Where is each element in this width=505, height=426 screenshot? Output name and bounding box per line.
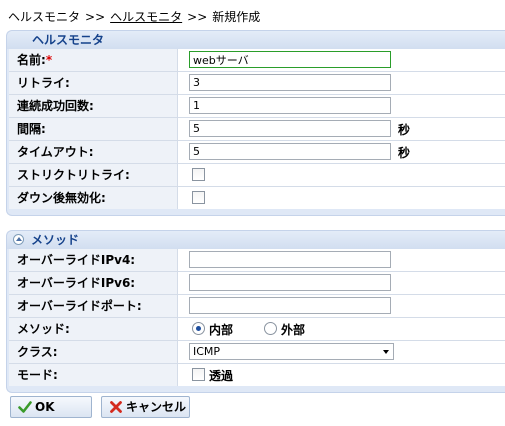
class-label: クラス:	[9, 341, 178, 363]
override-ipv6-row: オーバーライドIPv6:	[9, 272, 505, 295]
method-row: メソッド: 内部 外部	[9, 318, 505, 341]
override-ipv6-label: オーバーライドIPv6:	[9, 272, 178, 294]
interval-input[interactable]	[189, 120, 391, 137]
chevron-down-icon[interactable]	[383, 350, 389, 354]
disable-after-down-checkbox[interactable]	[192, 191, 205, 204]
breadcrumb-root: ヘルスモニタ	[8, 10, 81, 24]
method-label: メソッド:	[9, 318, 178, 340]
class-select-value: ICMP	[193, 345, 221, 358]
override-ipv4-label: オーバーライドIPv4:	[9, 249, 178, 271]
health-monitor-panel-title: ヘルスモニタ	[7, 31, 505, 49]
strict-retry-checkbox[interactable]	[192, 168, 205, 181]
retry-input[interactable]	[189, 74, 391, 91]
override-port-input[interactable]	[189, 297, 391, 314]
strict-retry-label: ストリクトリトライ:	[9, 164, 178, 186]
required-mark: *	[45, 53, 53, 67]
consecutive-success-label: 連続成功回数:	[9, 95, 178, 117]
timeout-label: タイムアウト:	[9, 141, 178, 163]
timeout-input[interactable]	[189, 143, 391, 160]
method-internal-radio[interactable]	[192, 322, 205, 335]
method-external-label[interactable]: 外部	[281, 321, 305, 338]
checkmark-icon	[18, 401, 32, 413]
disable-after-down-row: ダウン後無効化:	[9, 187, 505, 209]
interval-label: 間隔:	[9, 118, 178, 140]
close-icon	[110, 401, 122, 413]
breadcrumb: ヘルスモニタ >> ヘルスモニタ >> 新規作成	[8, 8, 260, 25]
override-ipv6-input[interactable]	[189, 274, 391, 291]
breadcrumb-separator: >>	[85, 10, 106, 24]
class-row: クラス: ICMP	[9, 341, 505, 364]
ok-button-label: OK	[35, 400, 55, 414]
retry-label: リトライ:	[9, 72, 178, 94]
method-panel-title[interactable]: メソッド	[7, 231, 505, 249]
breadcrumb-separator: >>	[187, 10, 208, 24]
disable-after-down-label: ダウン後無効化:	[9, 187, 178, 209]
override-ipv4-row: オーバーライドIPv4:	[9, 249, 505, 272]
health-monitor-form: 名前:* リトライ: 連続成功回数: 間隔: 秒 タイムアウト: 秒 スト	[9, 49, 505, 209]
cancel-button[interactable]: キャンセル	[101, 396, 190, 418]
timeout-row: タイムアウト: 秒	[9, 141, 505, 164]
health-monitor-panel: ヘルスモニタ 名前:* リトライ: 連続成功回数: 間隔: 秒 タイムアウト: …	[6, 30, 505, 216]
name-row: 名前:*	[9, 49, 505, 72]
name-input[interactable]	[189, 51, 391, 68]
mode-label: モード:	[9, 364, 178, 386]
mode-transparent-checkbox[interactable]	[192, 368, 205, 381]
timeout-unit: 秒	[398, 146, 411, 160]
interval-row: 間隔: 秒	[9, 118, 505, 141]
cancel-button-label: キャンセル	[126, 400, 187, 414]
interval-unit: 秒	[398, 123, 411, 137]
method-internal-label[interactable]: 内部	[209, 321, 233, 338]
collapse-icon[interactable]	[13, 234, 24, 245]
name-label: 名前:	[17, 53, 46, 67]
strict-retry-row: ストリクトリトライ:	[9, 164, 505, 187]
breadcrumb-link-health-monitor[interactable]: ヘルスモニタ	[110, 10, 182, 24]
override-port-row: オーバーライドポート:	[9, 295, 505, 318]
consecutive-success-row: 連続成功回数:	[9, 95, 505, 118]
method-panel: メソッド オーバーライドIPv4: オーバーライドIPv6: オーバーライドポー…	[6, 230, 505, 393]
override-ipv4-input[interactable]	[189, 251, 391, 268]
override-port-label: オーバーライドポート:	[9, 295, 178, 317]
method-external-radio[interactable]	[264, 322, 277, 335]
consecutive-success-input[interactable]	[189, 97, 391, 114]
mode-row: モード: 透過	[9, 364, 505, 386]
mode-transparent-label[interactable]: 透過	[209, 367, 233, 384]
breadcrumb-current: 新規作成	[212, 10, 261, 24]
retry-row: リトライ:	[9, 72, 505, 95]
method-panel-title-text: メソッド	[31, 233, 80, 247]
class-select[interactable]: ICMP	[189, 343, 394, 360]
ok-button[interactable]: OK	[10, 396, 92, 418]
method-form: オーバーライドIPv4: オーバーライドIPv6: オーバーライドポート: メソ…	[9, 249, 505, 386]
